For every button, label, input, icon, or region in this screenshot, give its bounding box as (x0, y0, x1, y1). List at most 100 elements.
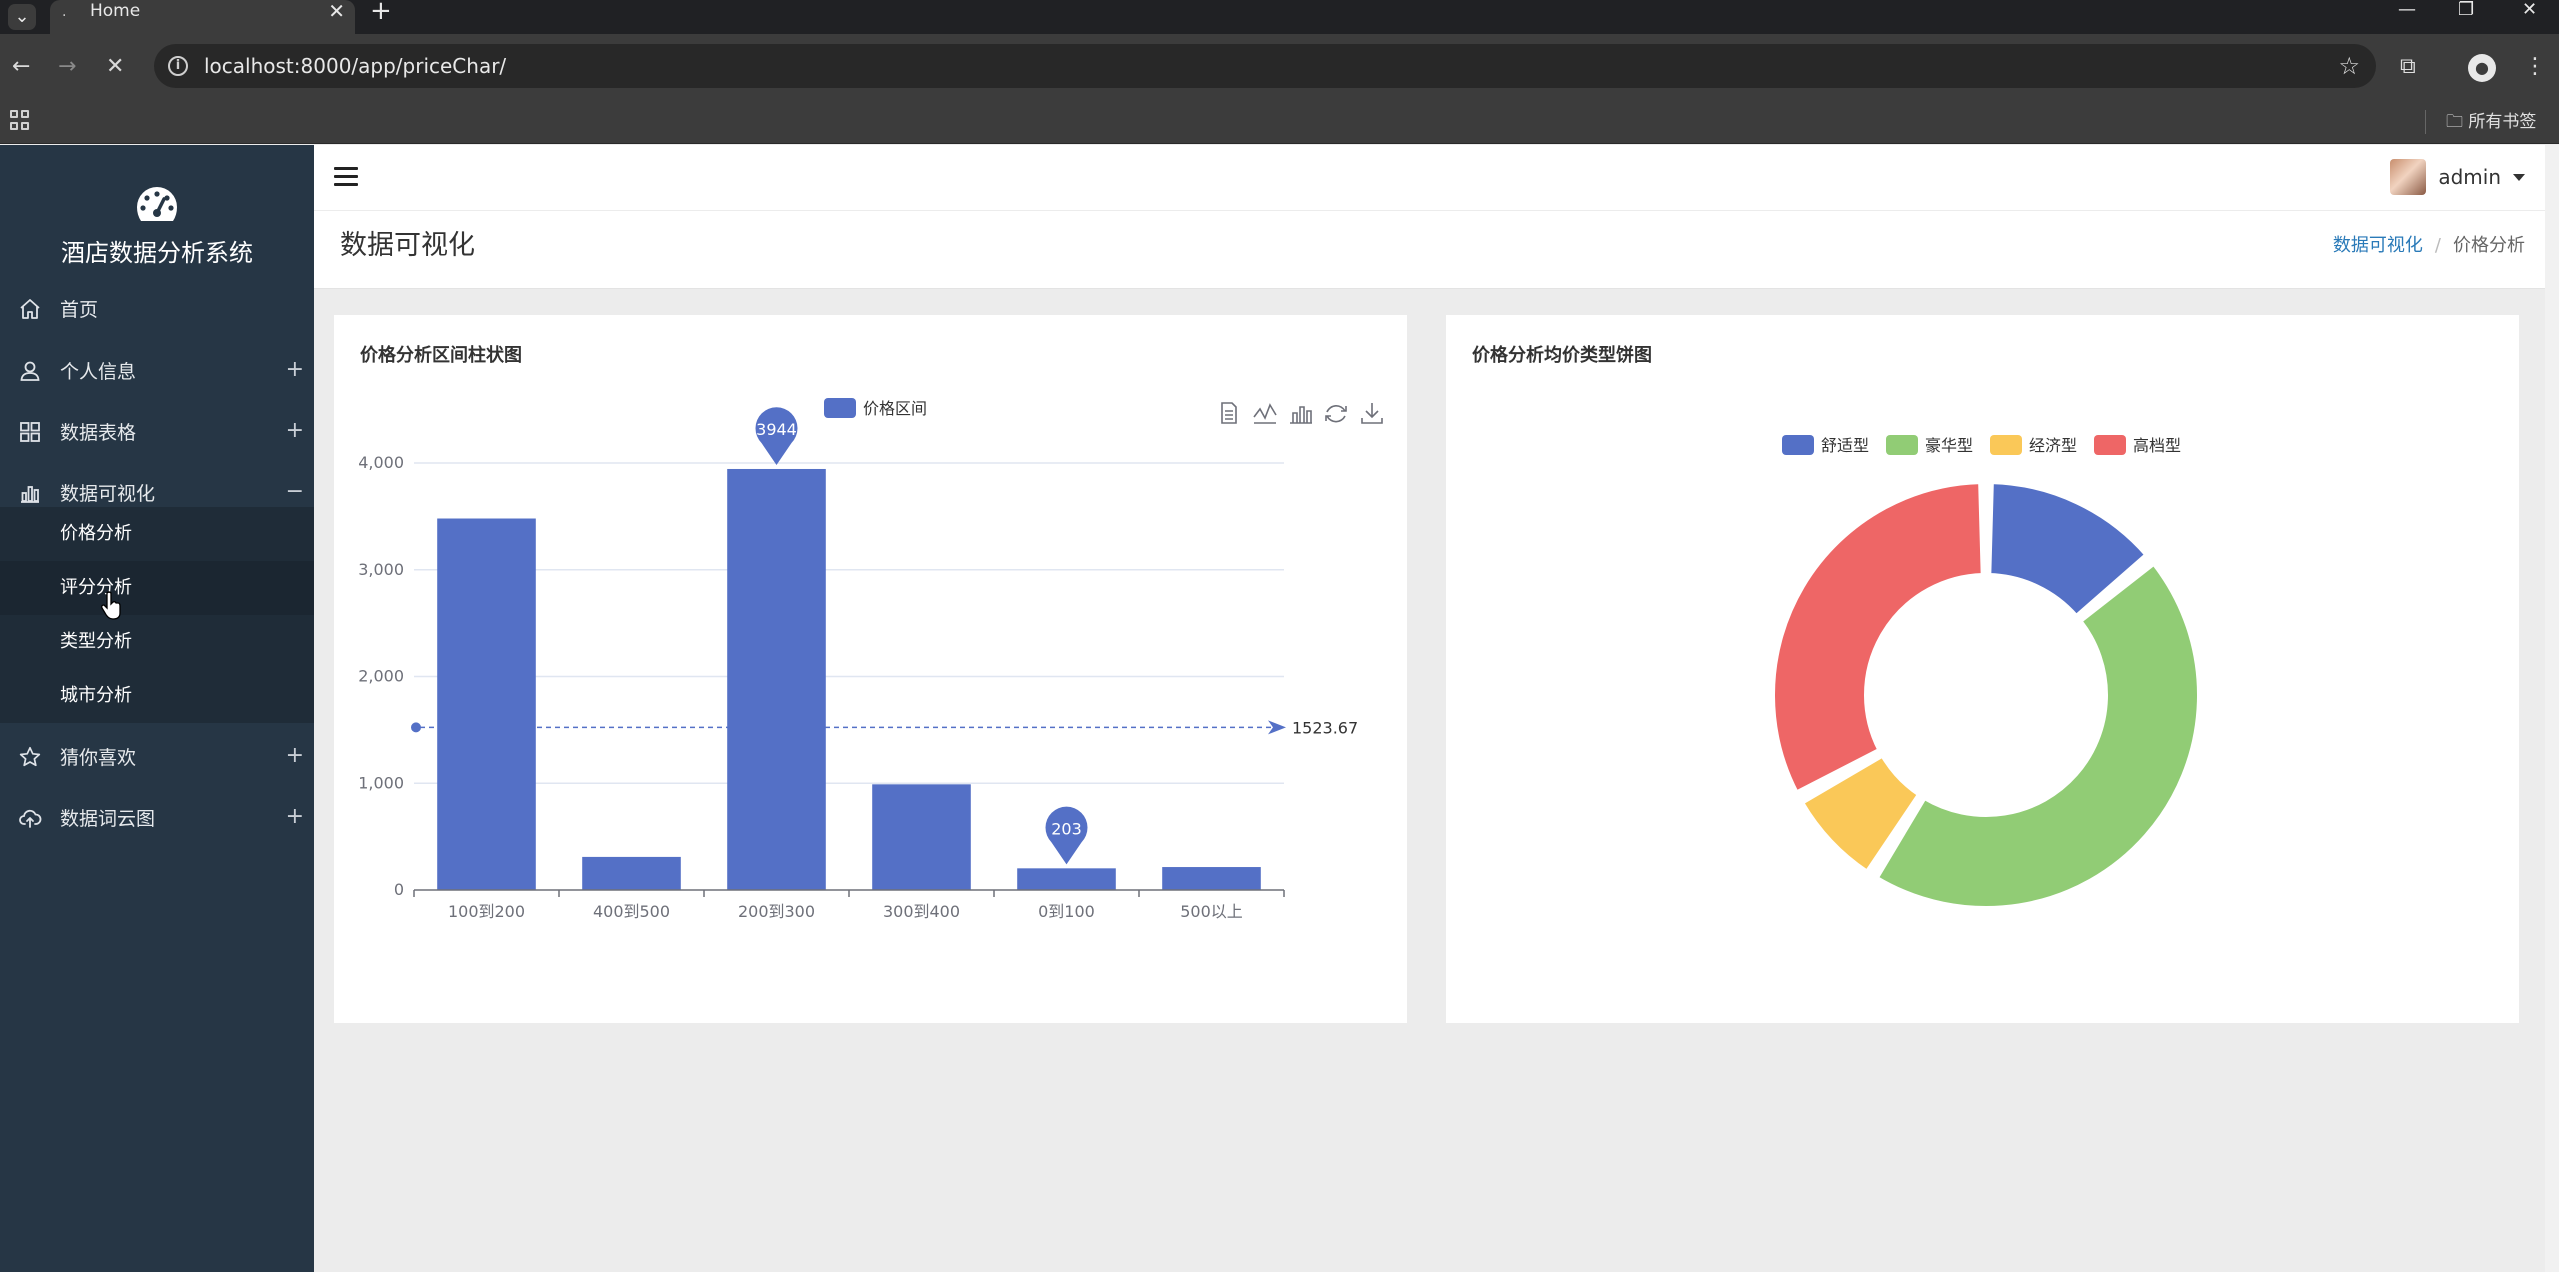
legend-swatch (2094, 435, 2126, 455)
sidebar-subitem-rating-analysis[interactable]: 评分分析 (0, 561, 314, 615)
bar (1162, 867, 1261, 890)
sidebar-subitem-price-analysis[interactable]: 价格分析 (0, 507, 314, 561)
sidebar-item-data-table[interactable]: 数据表格 + (0, 402, 314, 458)
menu-toggle-icon[interactable] (334, 167, 358, 187)
url-text[interactable]: localhost:8000/app/priceChar/ (204, 44, 506, 88)
x-tick-label: 100到200 (448, 902, 525, 921)
site-info-icon[interactable]: i (168, 56, 188, 76)
top-navbar: admin (314, 145, 2545, 211)
bookmark-star-icon[interactable]: ☆ (2338, 44, 2360, 88)
chart-toolbox (1221, 402, 1383, 424)
visualization-submenu: 价格分析 评分分析 类型分析 城市分析 (0, 507, 314, 723)
breadcrumb-current: 价格分析 (2453, 235, 2525, 256)
download-icon (1361, 403, 1383, 424)
all-bookmarks-label: 所有书签 (2468, 112, 2537, 132)
sidebar-subitem-label: 类型分析 (60, 631, 132, 652)
back-arrow-icon[interactable]: ← (12, 34, 30, 100)
minimize-icon[interactable]: — (2398, 0, 2416, 22)
browser-tab[interactable]: · Home ✕ (50, 0, 355, 34)
star-icon (19, 746, 41, 767)
new-tab-button[interactable]: + (370, 0, 392, 24)
sidebar-item-recommendations[interactable]: 猜你喜欢 + (0, 727, 314, 783)
chevron-down-icon: ⌄ (8, 4, 36, 30)
forward-arrow-icon[interactable]: → (58, 34, 76, 100)
avatar (2390, 159, 2427, 195)
icon-shape (1221, 402, 1237, 424)
legend-label: 高档型 (2133, 436, 2181, 455)
address-bar[interactable]: i localhost:8000/app/priceChar/ ☆ (154, 44, 2376, 88)
apps-grid-icon[interactable] (10, 110, 30, 130)
more-menu-icon[interactable]: ⋮ (2524, 34, 2546, 100)
x-tick-label: 0到100 (1038, 902, 1095, 921)
average-mark-line-label: 1523.67 (1292, 718, 1358, 737)
expand-plus-icon[interactable]: + (286, 402, 304, 460)
sidebar-item-home[interactable]: 首页 (0, 279, 314, 335)
user-menu[interactable]: admin (2390, 159, 2525, 195)
tab-search-button[interactable]: ⌄ (0, 0, 44, 34)
breadcrumb: 数据可视化 / 价格分析 (2333, 211, 2525, 281)
sidebar-item-label: 猜你喜欢 (60, 747, 137, 769)
legend-label: 价格区间 (863, 399, 927, 418)
restore-icon[interactable]: ❐ (2458, 0, 2474, 22)
sidebar: 酒店数据分析系统 首页 个人信息 + 数据表格 + 数据可视化 − 价格分析 评… (0, 145, 314, 1272)
bar (582, 856, 681, 890)
dashboard-gauge-icon (137, 187, 177, 221)
window-close-icon[interactable]: ✕ (2522, 0, 2537, 22)
mark-line-start-dot (411, 722, 421, 733)
x-tick-label: 200到300 (738, 902, 815, 921)
bar-chart: 0 1,000 2,000 3,000 4,000 100到200 400到500 200到3… (358, 398, 1383, 921)
icon-shape (1253, 403, 1277, 424)
main-content: admin 数据可视化 数据可视化 / 价格分析 价格分析区间柱状图 0 1,000 2… (314, 145, 2545, 1272)
y-tick-label: 0 (394, 880, 404, 899)
icon-shape (1325, 405, 1347, 423)
bar-chart-card: 价格分析区间柱状图 0 1,000 2,000 3,000 4,000 100到200 40… (334, 315, 1407, 1023)
pie-slice (1874, 561, 2201, 910)
hand-cursor-icon (101, 591, 121, 620)
page-scrollbar[interactable] (2545, 145, 2559, 1272)
close-icon[interactable]: ✕ (328, 0, 345, 22)
refresh-icon (1325, 405, 1347, 423)
icon-shape (1361, 403, 1383, 424)
cloud-upload-icon (19, 809, 42, 828)
expand-plus-icon[interactable]: + (286, 341, 304, 399)
x-tick-label: 400到500 (593, 902, 670, 921)
brand: 酒店数据分析系统 (0, 185, 314, 268)
bar-chart-icon (21, 486, 39, 503)
sidebar-subitem-type-analysis[interactable]: 类型分析 (0, 615, 314, 669)
expand-plus-icon[interactable]: + (286, 727, 304, 785)
tab-title: Home (90, 1, 141, 21)
sidebar-item-wordcloud[interactable]: 数据词云图 + (0, 788, 314, 844)
expand-plus-icon[interactable]: + (286, 788, 304, 846)
home-icon (20, 299, 40, 319)
bar (872, 784, 971, 890)
profile-icon[interactable]: ● (2468, 54, 2496, 82)
y-tick-label: 4,000 (358, 453, 404, 472)
y-tick-label: 1,000 (358, 773, 404, 792)
y-tick-label: 3,000 (358, 560, 404, 579)
browser-toolbar: ← → ✕ i localhost:8000/app/priceChar/ ☆ … (0, 34, 2559, 100)
mark-point-label: 3944 (756, 420, 797, 439)
sidebar-item-label: 首页 (60, 299, 99, 321)
legend-swatch (1886, 435, 1918, 455)
x-tick-label: 300到400 (883, 902, 960, 921)
pie-chart-card: 价格分析均价类型饼图 舒适型 豪华型 经济型 高档型 (1446, 315, 2519, 1023)
user-icon (20, 361, 40, 381)
line-chart-icon (1253, 403, 1277, 424)
bar (437, 518, 536, 890)
legend-label: 舒适型 (1821, 436, 1869, 455)
sidebar-item-label: 数据表格 (60, 422, 137, 444)
sidebar-item-profile[interactable]: 个人信息 + (0, 341, 314, 397)
bookmarks-separator (2425, 110, 2426, 134)
extensions-icon[interactable]: ⧉ (2400, 34, 2416, 100)
page-title: 数据可视化 (340, 230, 475, 261)
legend-label: 豪华型 (1925, 436, 1973, 455)
all-bookmarks-button[interactable]: 🗀 所有书签 (2446, 100, 2536, 144)
breadcrumb-link[interactable]: 数据可视化 (2333, 235, 2423, 256)
favicon-icon: · (62, 8, 67, 24)
bookmarks-bar: 🗀 所有书签 (0, 100, 2559, 144)
browser-tab-bar: ⌄ · Home ✕ + — ❐ ✕ (0, 0, 2559, 34)
sidebar-subitem-city-analysis[interactable]: 城市分析 (0, 669, 314, 723)
bar (727, 468, 826, 890)
grid-icon (20, 422, 40, 442)
stop-loading-icon[interactable]: ✕ (106, 34, 124, 100)
